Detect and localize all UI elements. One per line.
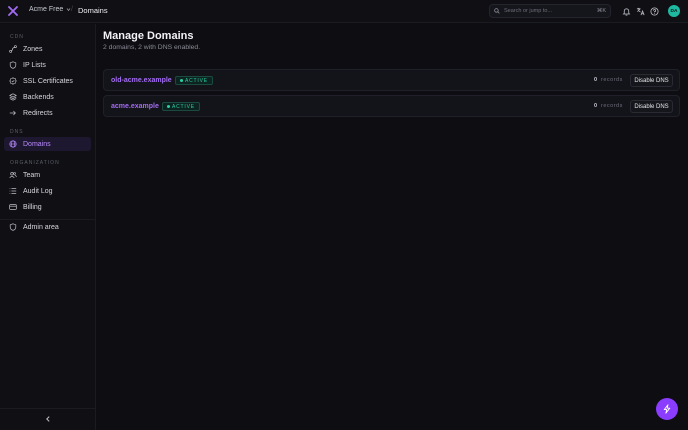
card-icon bbox=[9, 204, 17, 210]
breadcrumb-current-page: Domains bbox=[78, 6, 108, 15]
sidebar-item-label: IP Lists bbox=[23, 61, 46, 69]
search-box[interactable]: ⌘K bbox=[489, 4, 611, 18]
sidebar-item-zones[interactable]: Zones bbox=[4, 42, 91, 56]
domain-name-link[interactable]: old-acme.example bbox=[111, 77, 172, 84]
quick-action-button[interactable] bbox=[656, 398, 678, 420]
status-dot bbox=[180, 79, 183, 82]
domain-row: old-acme.example ACTIVE 0 records Disabl… bbox=[103, 69, 680, 91]
top-bar: Acme Free / Domains ⌘K DA bbox=[0, 0, 688, 23]
app-logo-icon[interactable] bbox=[8, 6, 18, 16]
globe-icon bbox=[9, 140, 17, 148]
sidebar-bottom-divider bbox=[0, 408, 96, 409]
search-icon bbox=[494, 8, 500, 14]
domain-row: acme.example ACTIVE 0 records Disable DN… bbox=[103, 95, 680, 117]
shield-icon bbox=[9, 223, 17, 231]
sidebar-item-label: Billing bbox=[23, 203, 42, 211]
sidebar-item-label: Redirects bbox=[23, 109, 53, 117]
sidebar-item-redirects[interactable]: Redirects bbox=[4, 106, 91, 120]
sidebar-item-backends[interactable]: Backends bbox=[4, 90, 91, 104]
status-text: ACTIVE bbox=[185, 77, 208, 84]
records-label: records bbox=[601, 103, 623, 109]
search-input[interactable] bbox=[504, 8, 590, 14]
status-badge: ACTIVE bbox=[162, 102, 200, 111]
disable-dns-button[interactable]: Disable DNS bbox=[630, 74, 673, 87]
disable-dns-button[interactable]: Disable DNS bbox=[630, 100, 673, 113]
sidebar-item-label: SSL Certificates bbox=[23, 77, 73, 85]
breadcrumb-separator: / bbox=[71, 6, 73, 13]
translate-icon[interactable] bbox=[636, 7, 645, 16]
status-badge: ACTIVE bbox=[175, 76, 213, 85]
status-text: ACTIVE bbox=[172, 103, 195, 110]
avatar[interactable]: DA bbox=[668, 5, 680, 17]
server-icon bbox=[9, 93, 17, 101]
page-title: Manage Domains bbox=[103, 30, 194, 42]
search-shortcut: ⌘K bbox=[596, 8, 606, 14]
collapse-sidebar-icon[interactable] bbox=[44, 415, 52, 423]
zones-icon bbox=[9, 45, 17, 53]
sidebar-item-audit-log[interactable]: Audit Log bbox=[4, 184, 91, 198]
users-icon bbox=[9, 172, 17, 179]
list-icon bbox=[9, 188, 17, 194]
status-dot bbox=[167, 105, 170, 108]
sidebar-item-ip-lists[interactable]: IP Lists bbox=[4, 58, 91, 72]
section-label-cdn: CDN bbox=[10, 34, 24, 40]
sidebar-item-billing[interactable]: Billing bbox=[4, 200, 91, 214]
section-label-organization: ORGANIZATION bbox=[10, 160, 60, 166]
sidebar-item-label: Domains bbox=[23, 140, 51, 148]
bell-icon[interactable] bbox=[622, 7, 631, 16]
sidebar-item-label: Zones bbox=[23, 45, 43, 53]
sidebar-item-label: Admin area bbox=[23, 223, 59, 231]
sidebar-item-team[interactable]: Team bbox=[4, 168, 91, 182]
record-count: 0 bbox=[594, 103, 598, 109]
records-label: records bbox=[601, 77, 623, 83]
domain-name-link[interactable]: acme.example bbox=[111, 103, 159, 110]
certificate-icon bbox=[9, 77, 17, 85]
page-subtitle: 2 domains, 2 with DNS enabled. bbox=[103, 44, 201, 51]
sidebar-item-domains[interactable]: Domains bbox=[4, 137, 91, 151]
section-label-dns: DNS bbox=[10, 129, 24, 135]
sidebar-item-label: Backends bbox=[23, 93, 54, 101]
team-name: Acme Free bbox=[29, 6, 64, 13]
sidebar-item-admin-area[interactable]: Admin area bbox=[4, 220, 91, 234]
sidebar-item-label: Team bbox=[23, 171, 41, 179]
team-switcher[interactable]: Acme Free bbox=[29, 6, 71, 13]
shield-icon bbox=[9, 61, 17, 69]
record-count: 0 bbox=[594, 77, 598, 83]
redirect-icon bbox=[9, 110, 16, 116]
sidebar: CDN Zones IP Lists SSL Certificates Back… bbox=[0, 24, 96, 430]
help-icon[interactable] bbox=[650, 7, 659, 16]
sidebar-item-ssl-certificates[interactable]: SSL Certificates bbox=[4, 74, 91, 88]
lightning-icon bbox=[663, 404, 671, 414]
sidebar-item-label: Audit Log bbox=[23, 187, 53, 195]
